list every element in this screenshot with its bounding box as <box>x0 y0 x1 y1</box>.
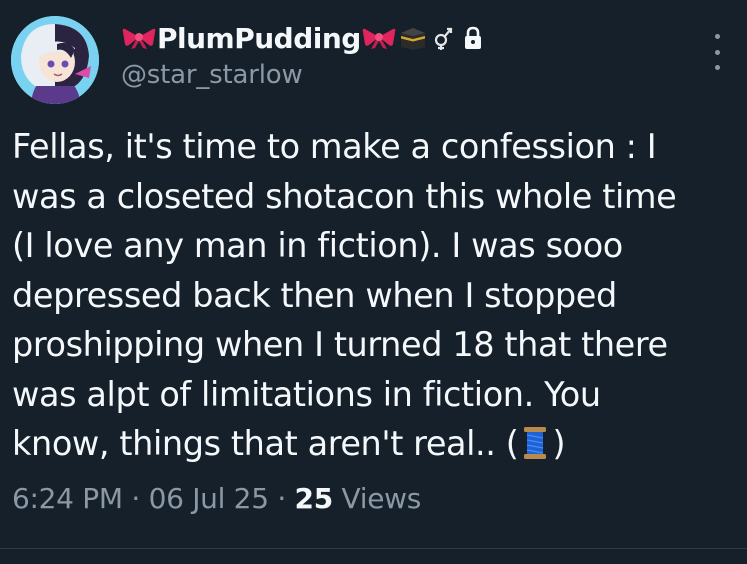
tweet-text-line: know, things that aren't real.. ( <box>12 424 519 463</box>
name-row[interactable]: PlumPudding <box>121 18 687 58</box>
tweet-text-line: (I love any man in fiction). I was sooo <box>12 226 623 265</box>
tweet-header: PlumPudding @star_starlow <box>121 18 687 90</box>
tweet-text-line: was alpt of limitations in fiction. You <box>12 374 601 414</box>
avatar[interactable] <box>11 16 99 104</box>
more-dot <box>714 49 720 55</box>
tweet-text-line: was a closeted shotacon this whole time <box>12 176 677 216</box>
views-label[interactable]: Views <box>342 482 422 515</box>
tweet-text-last-line: know, things that aren't real.. ( ) <box>12 419 737 469</box>
divider <box>0 548 747 549</box>
transgender-symbol-icon <box>434 27 452 50</box>
meta-separator: · <box>131 482 140 515</box>
tweet-text: Fellas, it's time to make a confession :… <box>12 122 737 469</box>
tweet-date[interactable]: 06 Jul 25 <box>149 482 269 515</box>
views-count[interactable]: 25 <box>295 482 334 515</box>
kaaba-icon <box>400 28 425 50</box>
meta-separator: · <box>277 482 286 515</box>
more-dot <box>714 34 720 39</box>
tweet-time[interactable]: 6:24 PM <box>12 482 123 515</box>
tweet-text-line: depressed back then when I stopped <box>12 275 617 315</box>
ribbon-icon <box>122 28 156 49</box>
tweet-text-suffix: ) <box>552 424 566 463</box>
display-name[interactable]: PlumPudding <box>157 22 361 55</box>
tweet-text-line: proshipping when I turned 18 that there <box>12 325 668 364</box>
ribbon-icon <box>362 28 396 49</box>
spool-of-thread-icon <box>524 427 547 459</box>
tweet-card: PlumPudding @star_starlow Fellas, it's t… <box>0 0 747 564</box>
tweet-meta: 6:24 PM · 06 Jul 25 · 25 Views <box>12 482 421 515</box>
tweet-text-line: Fellas, it's time to make a confession :… <box>12 127 657 166</box>
avatar-image <box>11 16 99 104</box>
more-dot <box>714 65 720 70</box>
lock-icon <box>464 26 481 49</box>
more-options-icon[interactable] <box>713 34 721 70</box>
user-handle[interactable]: @star_starlow <box>121 60 687 90</box>
